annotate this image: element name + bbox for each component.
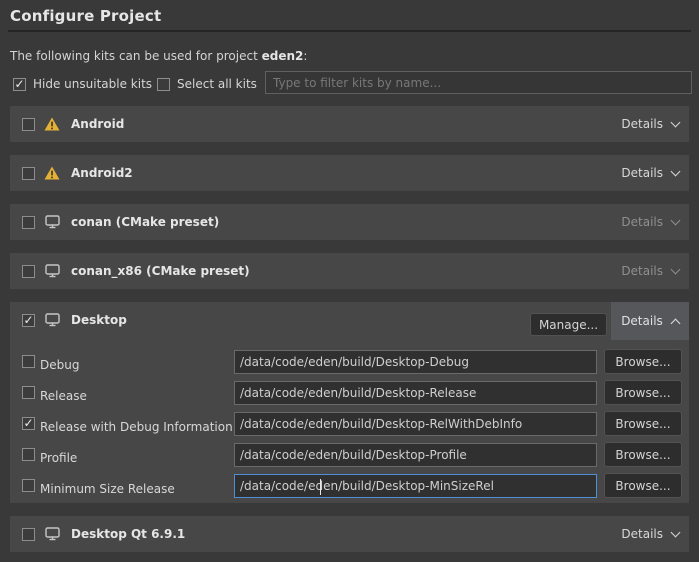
desktop-icon [44,527,60,541]
browse-button[interactable]: Browse... [604,411,682,436]
kit-row-android: Android Details [10,106,689,142]
warning-icon [44,117,60,131]
kits-intro-text: The following kits can be used for proje… [10,49,307,63]
details-toggle[interactable]: Details [621,204,679,240]
build-dir-input-release[interactable] [234,381,597,405]
kit-name: conan (CMake preset) [71,215,219,229]
details-label: Details [621,117,663,131]
details-toggle[interactable]: Details [621,253,679,289]
kit-row-conan-x86: conan_x86 (CMake preset) Details [10,253,689,289]
chevron-down-icon [671,215,681,225]
intro-prefix: The following kits can be used for proje… [10,49,262,63]
select-all-kits-checkbox[interactable]: Select all kits [157,74,257,94]
build-dir-input-profile[interactable] [234,443,597,467]
details-label: Details [621,215,663,229]
kit-checkbox[interactable] [22,216,35,229]
details-toggle[interactable]: Details [621,106,679,142]
config-label: Debug [40,358,79,372]
desktop-icon [44,215,60,229]
page-title: Configure Project [10,7,161,25]
desktop-icon [44,313,60,327]
project-name: eden2 [262,49,304,63]
details-label: Details [621,314,663,328]
kit-row-conan: conan (CMake preset) Details [10,204,689,240]
details-toggle[interactable]: Details [621,516,679,552]
warning-icon [44,166,60,180]
title-separator [8,30,691,32]
kit-row-desktop: Desktop Manage... Details Debug Browse..… [10,302,689,503]
details-label: Details [621,527,663,541]
select-all-kits-label: Select all kits [177,77,257,91]
kit-name: Desktop [71,313,127,327]
checkbox-icon [13,78,26,91]
details-label: Details [621,166,663,180]
browse-button[interactable]: Browse... [604,349,682,374]
browse-button[interactable]: Browse... [604,442,682,467]
config-label: Minimum Size Release [40,482,175,496]
chevron-down-icon [671,264,681,274]
details-toggle[interactable]: Details [621,155,679,191]
browse-button[interactable]: Browse... [604,473,682,498]
config-checkbox-debug[interactable] [22,355,35,368]
kit-row-android2: Android2 Details [10,155,689,191]
config-checkbox-minsizerel[interactable] [22,479,35,492]
kit-name: conan_x86 (CMake preset) [71,264,250,278]
kit-row-desktop-qt: Desktop Qt 6.9.1 Details [10,516,689,552]
kit-checkbox[interactable] [22,118,35,131]
kit-filter-input[interactable] [265,71,692,94]
config-checkbox-profile[interactable] [22,448,35,461]
browse-button[interactable]: Browse... [604,380,682,405]
build-dir-input-minsizerel[interactable] [234,474,597,498]
chevron-down-icon [671,117,681,127]
config-label: Release with Debug Information [40,420,233,434]
kit-checkbox[interactable] [22,528,35,541]
details-label: Details [621,264,663,278]
chevron-down-icon [671,527,681,537]
text-cursor [320,479,321,495]
hide-unsuitable-kits-label: Hide unsuitable kits [33,77,152,91]
kit-checkbox[interactable] [22,314,35,327]
kit-name: Desktop Qt 6.9.1 [71,527,185,541]
kit-checkbox[interactable] [22,265,35,278]
details-toggle-expanded[interactable]: Details [611,302,689,340]
chevron-down-icon [671,166,681,176]
checkbox-icon [157,78,170,91]
kit-checkbox[interactable] [22,167,35,180]
hide-unsuitable-kits-checkbox[interactable]: Hide unsuitable kits [13,74,152,94]
config-checkbox-release[interactable] [22,386,35,399]
intro-suffix: : [303,49,307,63]
configure-project-panel: Configure Project The following kits can… [0,0,699,562]
config-checkbox-relwithdebinfo[interactable] [22,417,35,430]
desktop-icon [44,264,60,278]
chevron-up-icon [670,318,680,328]
manage-button[interactable]: Manage... [530,313,607,336]
config-label: Release [40,389,87,403]
kit-name: Android2 [71,166,133,180]
build-dir-input-debug[interactable] [234,350,597,374]
config-label: Profile [40,451,77,465]
build-dir-input-relwithdebinfo[interactable] [234,412,597,436]
kit-name: Android [71,117,124,131]
